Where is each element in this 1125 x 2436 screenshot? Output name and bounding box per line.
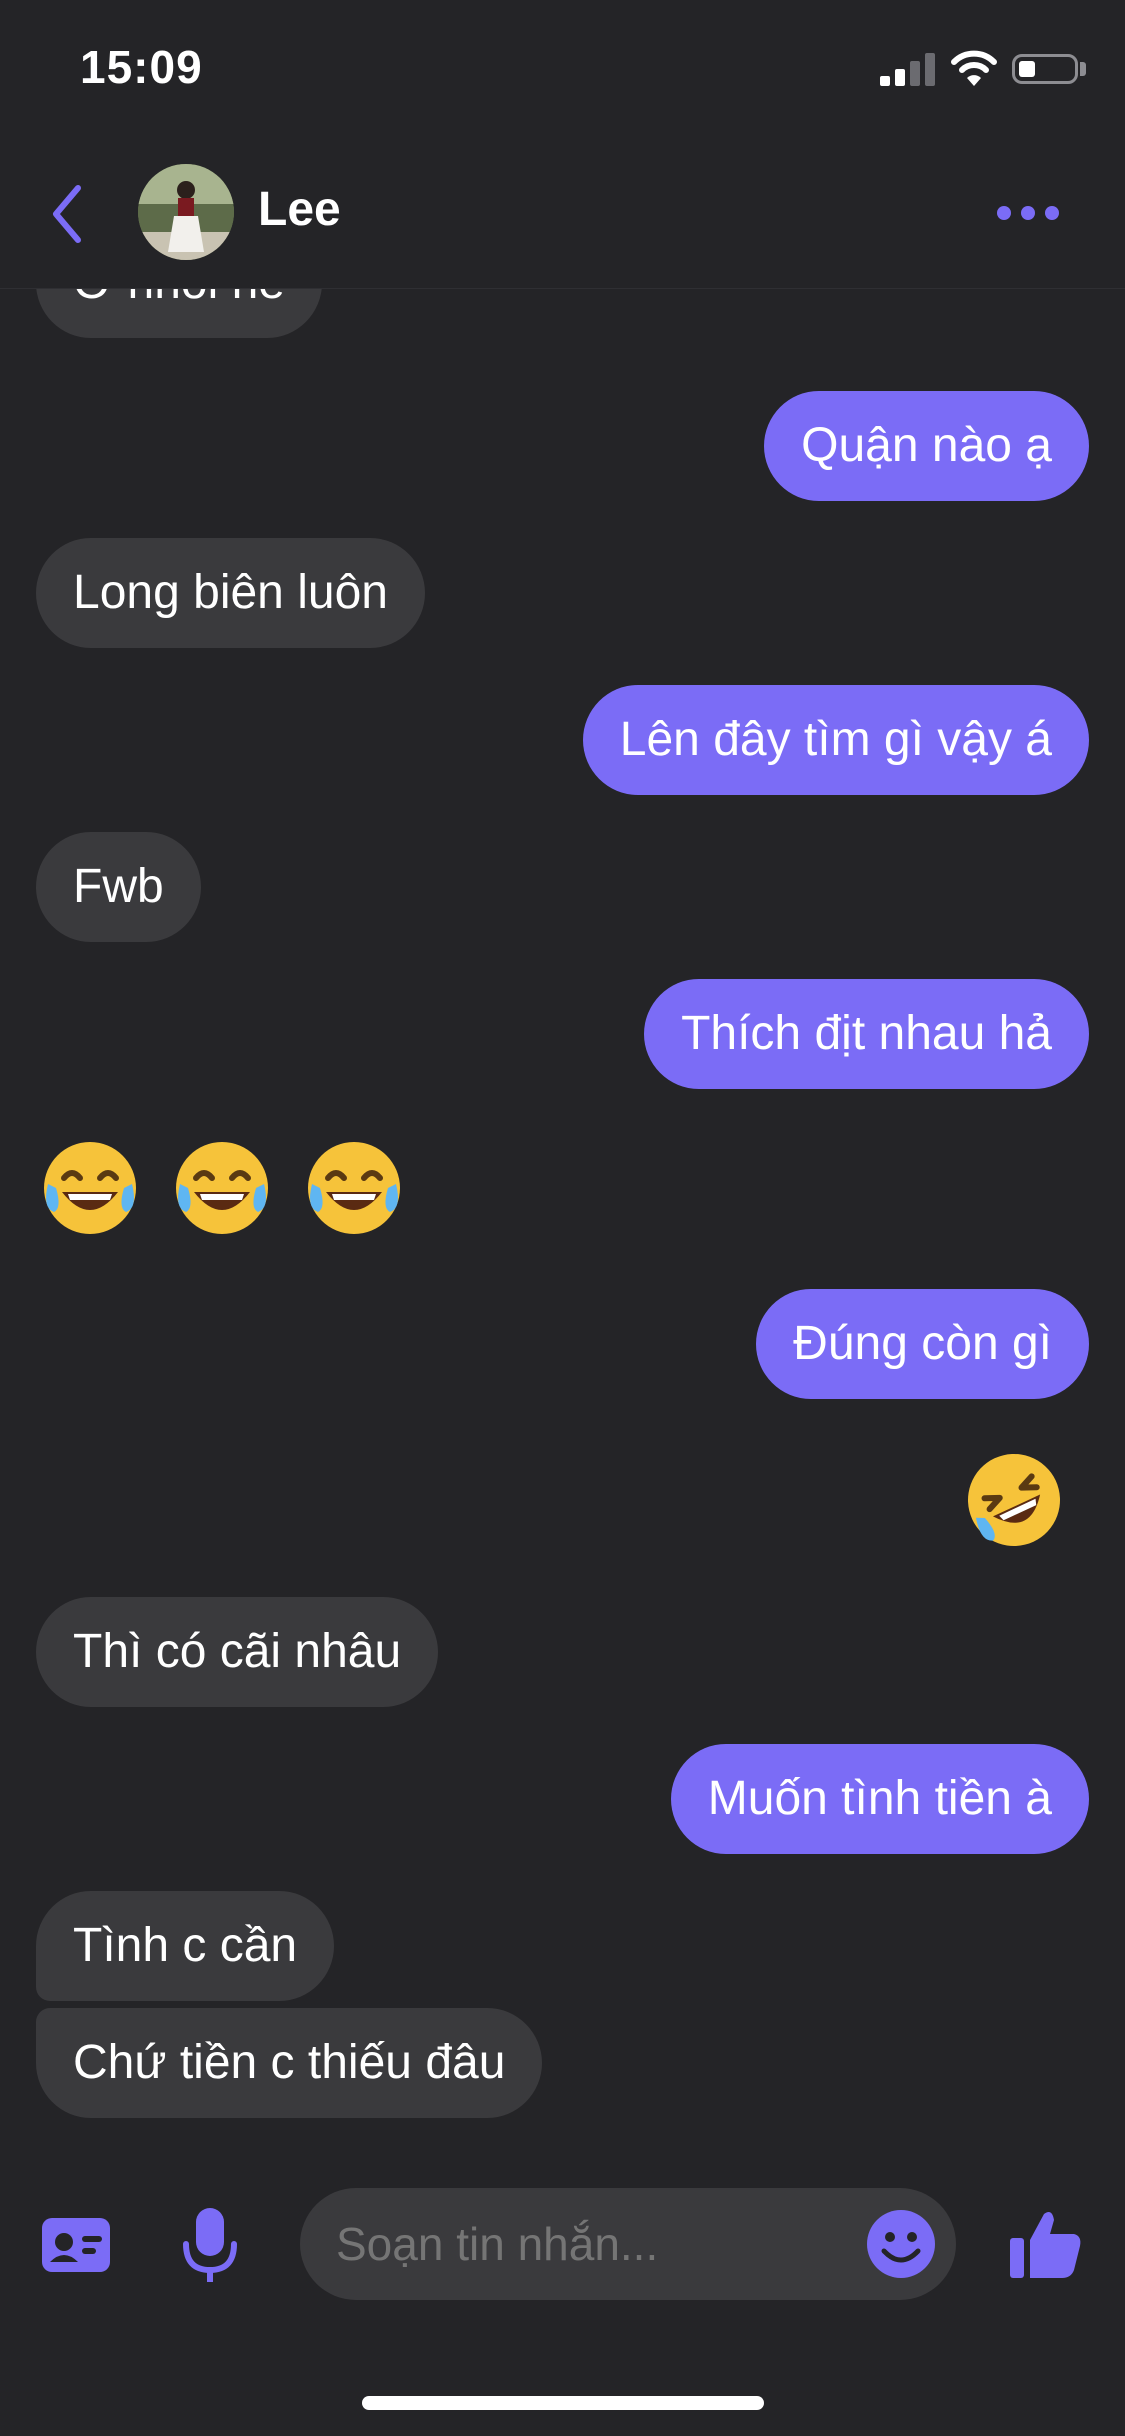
battery-icon: [1012, 54, 1078, 84]
avatar[interactable]: [138, 164, 234, 260]
wifi-icon: [951, 50, 997, 86]
face-with-tears-of-joy-icon: [176, 1142, 268, 1234]
message-bubble-outgoing[interactable]: Quận nào ạ: [764, 391, 1089, 501]
message-bubble-incoming[interactable]: Fwb: [36, 832, 201, 942]
face-with-tears-of-joy-icon: [308, 1142, 400, 1234]
message-input[interactable]: [300, 2188, 956, 2300]
message-bubble-incoming[interactable]: Thì có cãi nhâu: [36, 1597, 439, 1707]
status-bar: 15:09: [0, 0, 1125, 140]
message-bubble-outgoing[interactable]: Thích địt nhau hả: [644, 979, 1089, 1089]
more-options-icon[interactable]: [990, 188, 1070, 238]
contact-card-icon[interactable]: [40, 2212, 112, 2278]
message-thread[interactable]: Ơ nhồi nè Quận nào ạ Long biên luôn Lên …: [0, 288, 1125, 2118]
message-bubble-incoming[interactable]: Tình c cần: [36, 1891, 335, 2001]
status-time: 15:09: [80, 41, 203, 93]
microphone-icon[interactable]: [178, 2206, 242, 2286]
emoji-smiley-icon[interactable]: [866, 2209, 936, 2279]
message-bubble-incoming[interactable]: Ơ nhồi nè: [36, 288, 322, 338]
contact-name[interactable]: Lee: [258, 182, 341, 237]
home-indicator: [362, 2396, 764, 2410]
rolling-on-the-floor-laughing-icon[interactable]: [964, 1450, 1064, 1550]
back-chevron-icon[interactable]: [40, 176, 100, 252]
cellular-signal-icon: [880, 52, 936, 86]
message-bubble-outgoing[interactable]: Muốn tình tiền à: [670, 1744, 1089, 1854]
face-with-tears-of-joy-icon: [44, 1142, 136, 1234]
thumbs-up-icon[interactable]: [1008, 2206, 1084, 2282]
message-bubble-outgoing[interactable]: Lên đây tìm gì vậy á: [582, 685, 1089, 795]
message-bubble-incoming[interactable]: Chứ tiền c thiếu đâu: [36, 2008, 543, 2118]
battery-cap: [1080, 62, 1086, 76]
emoji-message-incoming[interactable]: [40, 1138, 420, 1238]
message-bubble-outgoing[interactable]: Đúng còn gì: [756, 1289, 1089, 1399]
message-input-field[interactable]: [336, 2188, 836, 2300]
chat-header: Lee: [0, 140, 1125, 289]
message-composer: [0, 2160, 1125, 2330]
message-bubble-incoming[interactable]: Long biên luôn: [36, 538, 425, 648]
